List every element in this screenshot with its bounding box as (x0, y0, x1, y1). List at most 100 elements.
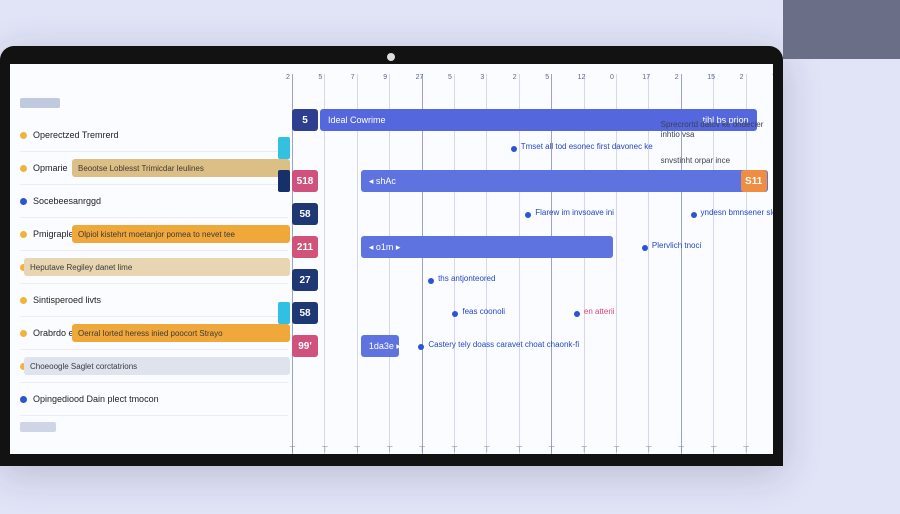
placeholder-chip (20, 422, 56, 432)
tick-bottom: ⊤ (419, 445, 426, 454)
row-bullet-icon (20, 165, 27, 172)
row-right-badge: S11 (741, 170, 767, 192)
tick-bottom: ⊤ (613, 445, 620, 454)
marker-label: Plervlich tnoci (652, 241, 701, 250)
bar-row: 27 ths antjonteored (292, 264, 763, 297)
tick-label: 15 (707, 74, 715, 81)
tick-ruler: 2⊤5⊤7⊤9⊤27⊤5⊤3⊤2⊤5⊤12⊤0⊤17⊤2⊤15⊤2⊤7⊤ (292, 74, 763, 94)
marker-label: ths antjonteored (438, 274, 495, 283)
tick-bottom: ⊤ (516, 445, 523, 454)
tick-label: 5 (318, 74, 322, 81)
bar-row: 99' 1da3e ▸ Castery tely doass caravet cho… (292, 330, 763, 363)
marker-dot[interactable] (525, 212, 531, 218)
row-cap (278, 302, 290, 324)
task-pill[interactable]: Oerral Iorted heress inied poocort Stray… (72, 324, 290, 342)
row-bullet-icon (20, 396, 27, 403)
task-row[interactable]: Opmarie Beootse Loblesst Trimicdar leulin… (20, 152, 288, 185)
task-row[interactable]: Heputave Regiley danet lime (20, 251, 288, 284)
bar-row: 58Flarew im invsoave iniyndesn bmnsener … (292, 198, 763, 231)
task-label: Socebeesanrggd (33, 196, 101, 206)
task-label: Sintisperoed livts (33, 295, 101, 305)
tick-bottom: ⊤ (451, 445, 458, 454)
tick-bottom: ⊤ (743, 445, 750, 454)
side-note: Sprecrortd datov ke ondecier inhtio vsa (661, 120, 765, 140)
task-row[interactable]: Sintisperoed livts (20, 284, 288, 317)
bar-row: 518◂ shAcS11 (292, 165, 763, 198)
row-cap (278, 170, 290, 192)
tick-label: 5 (545, 74, 549, 81)
task-row[interactable]: Socebeesanrggd (20, 185, 288, 218)
row-bullet-icon (20, 198, 27, 205)
tick-label: 7 (772, 74, 773, 81)
task-label: Opmarie (33, 163, 68, 173)
task-pill[interactable]: Choeoogle Saglet corctatrions (24, 357, 290, 375)
marker-dot[interactable] (452, 311, 458, 317)
task-row[interactable]: Orabrdo etOerral Iorted heress inied poo… (20, 317, 288, 350)
tick-label: 2 (513, 74, 517, 81)
row-badge: 518 (292, 170, 318, 192)
header-index-badge: 5 (292, 109, 318, 131)
gantt-bar[interactable]: 1da3e ▸ (361, 335, 399, 357)
marker-dot[interactable] (428, 278, 434, 284)
bar-row: 211 ◂ o1m ▸ Plervlich tnoci (292, 231, 763, 264)
task-label: Opingediood Dain plect tmocon (33, 394, 159, 404)
monitor-frame: Operectzed Tremrerd Opmarie Beootse Lobles… (0, 46, 783, 466)
gantt-bar[interactable]: ◂ shAc (361, 170, 768, 192)
tick-label: 2 (286, 74, 290, 81)
marker-label: Castery tely doass caravet choat chaonk-… (428, 340, 579, 349)
marker-label: en atterii (584, 307, 615, 316)
marker-dot[interactable] (511, 146, 517, 152)
marker-dot[interactable] (642, 245, 648, 251)
task-pill[interactable]: Heputave Regiley danet lime (24, 258, 290, 276)
tick-label: 7 (351, 74, 355, 81)
row-badge: 99' (292, 335, 318, 357)
monitor-stand (783, 0, 900, 59)
marker-dot[interactable] (574, 311, 580, 317)
task-row[interactable]: PmigrapleOlpiol kistehrt moetanjor pomea… (20, 218, 288, 251)
tick-bottom: ⊤ (354, 445, 361, 454)
task-list: Operectzed Tremrerd Opmarie Beootse Lobles… (20, 98, 288, 437)
row-bullet-icon (20, 330, 27, 337)
camera-dot (387, 53, 395, 61)
task-row[interactable]: Choeoogle Saglet corctatrions (20, 350, 288, 383)
task-label: Orabrdo et (33, 328, 76, 338)
task-label: Pmigraple (33, 229, 74, 239)
task-pill[interactable]: Olpiol kistehrt moetanjor pomea to nevet… (72, 225, 290, 243)
tick-bottom: ⊤ (289, 445, 296, 454)
tick-label: 12 (578, 74, 586, 81)
row-badge: 211 (292, 236, 318, 258)
row-bullet-icon (20, 132, 27, 139)
gantt-bar[interactable]: ◂ o1m ▸ (361, 236, 613, 258)
bar-area: 5Ideal Cowrimetihl bs prionTmset all tod… (292, 112, 763, 396)
task-pill[interactable]: Beootse Loblesst Trimicdar leulines (72, 159, 290, 177)
tick-bottom: ⊤ (645, 445, 652, 454)
tick-label: 27 (416, 74, 424, 81)
row-badge: 58 (292, 302, 318, 324)
tick-bottom: ⊤ (386, 445, 393, 454)
tick-label: 9 (383, 74, 387, 81)
marker-label: yndesn bmnsener sloe (701, 208, 773, 217)
gantt-screen: Operectzed Tremrerd Opmarie Beootse Lobles… (10, 64, 773, 454)
timeline-area[interactable]: 2⊤5⊤7⊤9⊤27⊤5⊤3⊤2⊤5⊤12⊤0⊤17⊤2⊤15⊤2⊤7⊤ 5Id… (292, 74, 763, 444)
row-badge: 27 (292, 269, 318, 291)
task-row[interactable]: Opingediood Dain plect tmocon (20, 383, 288, 416)
row-cap (278, 137, 290, 159)
tick-bottom: ⊤ (321, 445, 328, 454)
tick-label: 0 (610, 74, 614, 81)
marker-label: Tmset all tod esonec first davonec ke (521, 142, 653, 151)
placeholder-chip (20, 98, 60, 108)
marker-label: feas coonoli (462, 307, 505, 316)
tick-bottom: ⊤ (710, 445, 717, 454)
bar-row (292, 363, 763, 396)
marker-dot[interactable] (691, 212, 697, 218)
tick-label: 2 (675, 74, 679, 81)
tick-bottom: ⊤ (483, 445, 490, 454)
marker-dot[interactable] (418, 344, 424, 350)
row-bullet-icon (20, 231, 27, 238)
task-row[interactable]: Operectzed Tremrerd (20, 119, 288, 152)
tick-bottom: ⊤ (581, 445, 588, 454)
row-badge: 58 (292, 203, 318, 225)
bar-row: 58 feas coonoli en atterii (292, 297, 763, 330)
tick-bottom: ⊤ (548, 445, 555, 454)
tick-label: 2 (740, 74, 744, 81)
